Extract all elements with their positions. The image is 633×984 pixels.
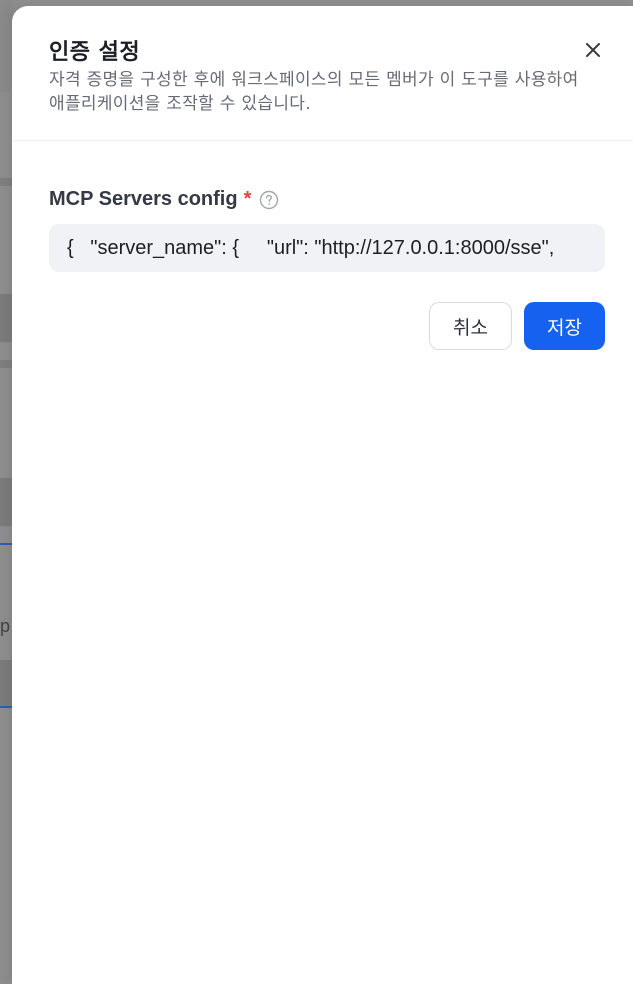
background-underline [0,706,12,708]
background-panel [0,360,12,368]
drawer-title: 인증 설정 [49,40,141,65]
auth-settings-drawer: 인증 설정 자격 증명을 구성한 후에 워크스페이스의 모든 멤버가 이 도구를… [12,6,633,984]
background-text: p [0,616,11,636]
background-panel [0,294,12,342]
drawer-subtitle: 자격 증명을 구성한 후에 워크스페이스의 모든 멤버가 이 도구를 사용하여 … [49,70,579,114]
background-panel [0,0,12,92]
field-label: MCP Servers config * [49,188,279,211]
close-icon [586,43,600,57]
cancel-button[interactable]: 취소 [429,302,512,350]
save-button[interactable]: 저장 [524,302,605,350]
mcp-config-input[interactable]: { "server_name": { "url": "http://127.0.… [49,224,605,272]
question-circle-icon[interactable] [259,190,279,210]
background-underline [0,543,12,545]
field-label-text: MCP Servers config [49,188,238,210]
background-panel [0,660,12,706]
required-mark: * [243,188,252,210]
drawer-header: 인증 설정 자격 증명을 구성한 후에 워크스페이스의 모든 멤버가 이 도구를… [12,6,633,141]
background-panel [0,478,12,526]
close-button[interactable] [582,39,604,61]
background-panel [0,178,12,186]
